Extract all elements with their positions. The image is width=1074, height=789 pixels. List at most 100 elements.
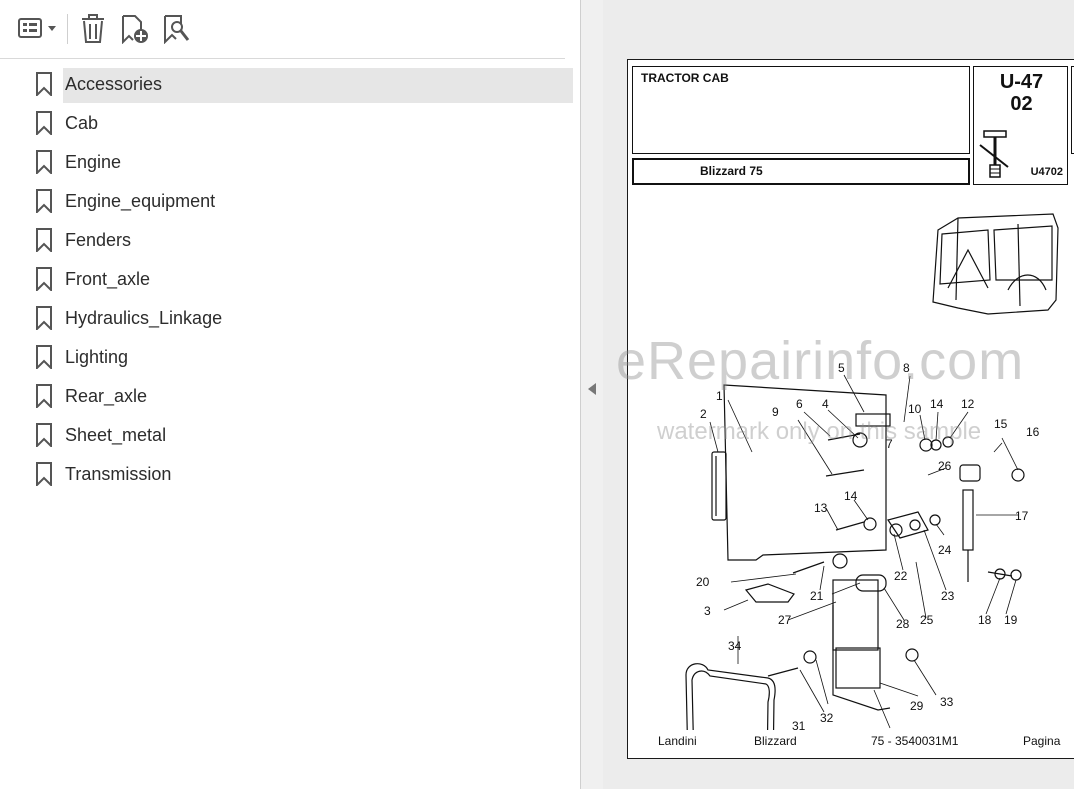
- callout-label: 23: [941, 589, 955, 603]
- bookmark-icon: [36, 267, 52, 291]
- delete-bookmark-button[interactable]: [78, 12, 108, 46]
- footer-brand: Landini: [658, 734, 697, 748]
- section-subcode: 02: [1010, 93, 1033, 115]
- callout-label: 34: [728, 639, 742, 653]
- bookmark-item[interactable]: Engine_equipment: [0, 181, 580, 220]
- bookmark-label: Hydraulics_Linkage: [65, 308, 223, 328]
- model-box: Blizzard 75: [632, 158, 970, 185]
- bookmark-icon: [36, 111, 52, 135]
- bookmark-item[interactable]: Sheet_metal: [0, 415, 580, 454]
- section-code-box: U-47 02 U4702: [973, 66, 1068, 185]
- document-view[interactable]: TRACTOR CAB Blizzard 75 U-47 02 U4702 1 …: [603, 0, 1074, 789]
- bookmark-item[interactable]: Engine: [0, 142, 580, 181]
- bookmarks-toolbar: [0, 0, 565, 59]
- callout-label: 18: [978, 613, 992, 627]
- callout-label: 29: [910, 699, 924, 713]
- footer-part-number: 75 - 3540031M1: [871, 734, 959, 748]
- callout-label: 25: [920, 613, 934, 627]
- bookmark-item[interactable]: Cab: [0, 103, 580, 142]
- cab-overview: [932, 213, 1059, 315]
- watermark-site: eRepairinfo.com: [616, 331, 1025, 391]
- bookmark-label: Front_axle: [65, 269, 151, 289]
- bookmark-icon: [36, 306, 52, 330]
- bookmark-icon: [36, 384, 52, 408]
- title-box: TRACTOR CAB: [632, 66, 970, 154]
- callout-label: 9: [772, 405, 779, 419]
- bookmarks-panel: Accessories Cab Engine Engine_equipment Fend…: [0, 0, 580, 789]
- parts-diagram: 1 2 3 4 5 6 7 8 9 10 12 13 14 14 15 16 1…: [685, 213, 1059, 730]
- bookmark-label: Lighting: [65, 347, 129, 367]
- bookmark-label: Engine_equipment: [65, 191, 216, 211]
- bookmark-label: Cab: [65, 113, 99, 133]
- bookmark-label: Engine: [65, 152, 122, 172]
- bookmark-icon: [36, 345, 52, 369]
- bookmark-icon: [36, 72, 52, 96]
- callout-label: 4: [822, 397, 829, 411]
- bookmark-icon: [36, 189, 52, 213]
- callout-label: 22: [894, 569, 908, 583]
- bolts: [767, 433, 1013, 677]
- options-menu-button[interactable]: [14, 12, 60, 46]
- add-bookmark-button[interactable]: [118, 12, 152, 46]
- trash-icon: [82, 14, 104, 43]
- document-page: TRACTOR CAB Blizzard 75 U-47 02 U4702 1 …: [627, 59, 1074, 759]
- callout-label: 24: [938, 543, 952, 557]
- callout-label: 15: [994, 417, 1008, 431]
- bookmark-item[interactable]: Accessories: [0, 64, 580, 103]
- bookmark-icon: [36, 150, 52, 174]
- bookmark-label: Accessories: [65, 74, 163, 94]
- bookmark-icon: [36, 462, 52, 486]
- collapse-arrow-icon[interactable]: [587, 382, 597, 396]
- bookmark-label: Transmission: [65, 464, 172, 484]
- nuts: [803, 436, 1025, 664]
- bookmark-item[interactable]: Hydraulics_Linkage: [0, 298, 580, 337]
- footer-series: Blizzard: [754, 734, 797, 748]
- add-bookmark-icon: [122, 15, 148, 44]
- callout-label: 14: [844, 489, 858, 503]
- cab-part-icon: [979, 130, 1009, 178]
- bookmark-label: Sheet_metal: [65, 425, 167, 445]
- watermark-note: watermark only on this sample: [657, 418, 982, 445]
- callout-label: 28: [896, 617, 910, 631]
- find-bookmark-button[interactable]: [160, 12, 194, 46]
- handle: [685, 663, 776, 730]
- callout-label: 6: [796, 397, 803, 411]
- model-name: Blizzard 75: [700, 164, 763, 178]
- bookmark-list: Accessories Cab Engine Engine_equipment Fend…: [0, 64, 580, 493]
- callout-label: 33: [940, 695, 954, 709]
- page-title: TRACTOR CAB: [641, 71, 729, 85]
- bookmark-icon: [36, 423, 52, 447]
- bookmark-item[interactable]: Lighting: [0, 337, 580, 376]
- callout-label: 16: [1026, 425, 1040, 439]
- callout-label: 26: [938, 459, 952, 473]
- bookmark-item[interactable]: Front_axle: [0, 259, 580, 298]
- callout-label: 10: [908, 402, 922, 416]
- bookmark-item[interactable]: Rear_axle: [0, 376, 580, 415]
- callout-label: 14: [930, 397, 944, 411]
- callout-label: 30: [883, 729, 897, 730]
- callout-label: 12: [961, 397, 975, 411]
- toolbar-separator: [67, 14, 68, 44]
- callout-label: 31: [792, 719, 806, 730]
- bookmark-label: Rear_axle: [65, 386, 148, 406]
- section-reference: U4702: [1030, 166, 1063, 178]
- bookmark-item[interactable]: Fenders: [0, 220, 580, 259]
- callout-label: 21: [810, 589, 824, 603]
- callout-label: 32: [820, 711, 834, 725]
- bookmark-icon: [36, 228, 52, 252]
- callout-label: 13: [814, 501, 828, 515]
- find-bookmark-icon: [164, 15, 190, 44]
- callout-label: 3: [704, 604, 711, 618]
- callout-label: 17: [1015, 509, 1029, 523]
- callout-label: 19: [1004, 613, 1018, 627]
- callout-labels: 1 2 3 4 5 6 7 8 9 10 12 13 14 14 15 16 1…: [696, 361, 1040, 730]
- callout-label: 20: [696, 575, 710, 589]
- bookmark-item[interactable]: Transmission: [0, 454, 580, 493]
- footer-page-label: Pagina: [1023, 734, 1061, 748]
- door-glass: [723, 384, 887, 561]
- callout-label: 27: [778, 613, 792, 627]
- panel-collapse-strip: [581, 0, 603, 789]
- bookmark-label: Fenders: [65, 230, 132, 250]
- section-code: U-47: [999, 71, 1044, 93]
- list-options-icon: [18, 18, 56, 38]
